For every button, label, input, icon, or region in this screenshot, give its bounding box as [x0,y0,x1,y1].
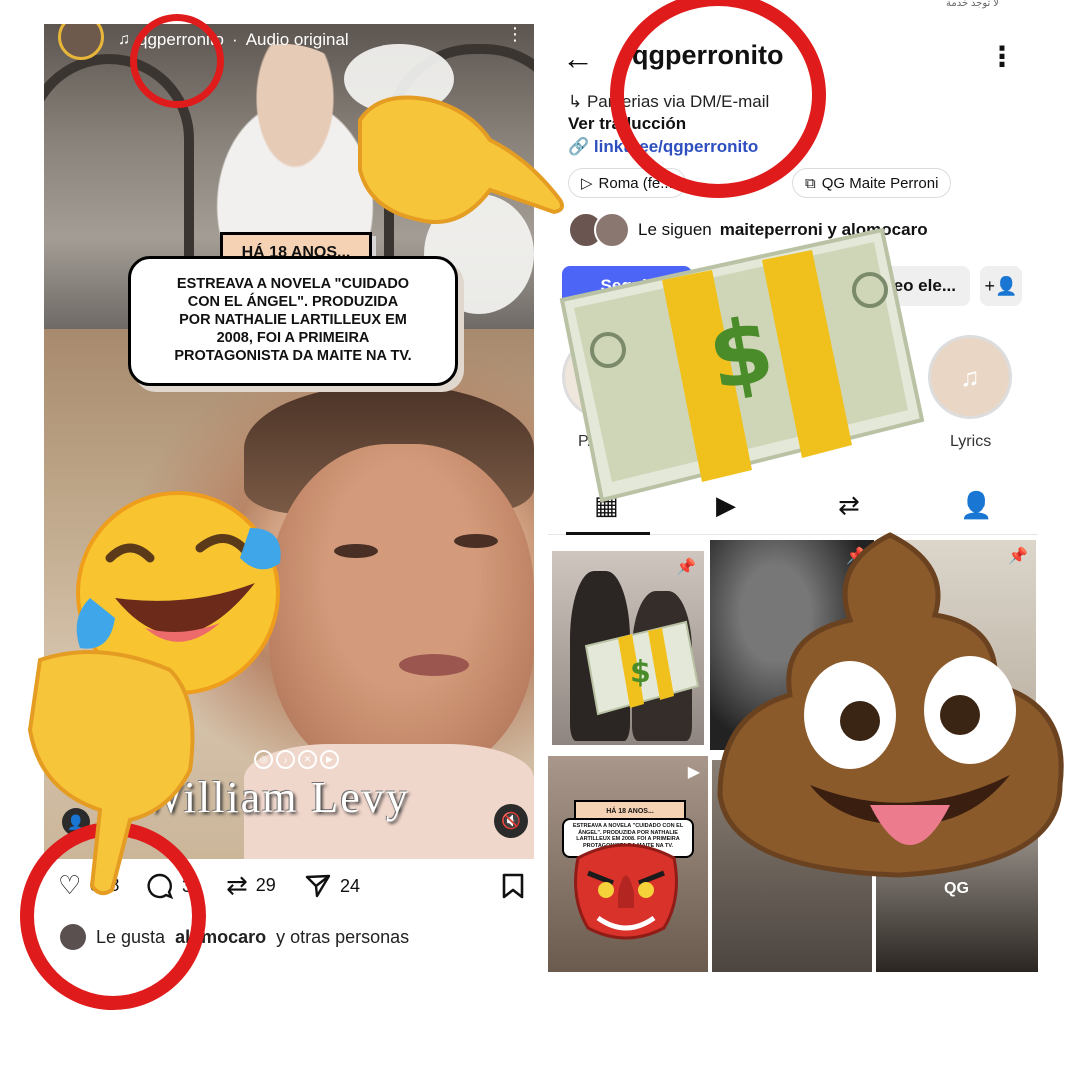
separator: · [232,30,238,49]
man-mouth [399,654,469,676]
active-tab-indicator [566,532,650,535]
save-button[interactable] [500,872,526,900]
back-arrow-icon[interactable]: ← [562,40,594,77]
pile-of-poo-emoji-icon [717,532,1064,878]
highlight-label: Lyrics [950,433,992,450]
more-dots-icon[interactable]: ⋮ [506,24,524,45]
caption-box: ESTREAVA A NOVELA "CUIDADO CON EL ÁNGEL"… [128,256,458,386]
social-watermark: ◎ ♪ ✕ ▶ [254,750,339,769]
tagged-icon[interactable]: 👤 [960,490,992,521]
pointing-hand-icon [358,95,564,224]
status-carrier: لا توجد خدمة [946,0,999,9]
reposts-count: 29 [255,874,276,895]
instagram-icon: ◎ [254,750,273,769]
man-face [269,444,534,774]
link-icon: 🔗 [568,137,594,156]
arrow-icon: ↳ [568,92,587,111]
reel-audio-label[interactable]: Audio original [246,30,349,50]
money-stack-icon: $ [584,620,700,716]
send-icon [305,874,331,898]
music-note-icon: ♫ [960,361,980,392]
music-note-icon: ♫ [118,31,130,48]
mute-icon[interactable]: 🔇 [494,804,528,838]
pin-icon: 📌 [676,559,696,576]
liked-by-suffix: y otras personas [276,926,410,947]
highlight-circle[interactable]: ♫ [928,335,1012,419]
red-circle-annotation [610,0,826,198]
tiktok-icon: ♪ [276,750,295,769]
man-eye [334,544,378,558]
youtube-icon: ▶ [320,750,339,769]
add-person-icon[interactable]: +👤 [980,266,1022,306]
play-icon: ▷ [581,175,593,192]
svg-text:$: $ [630,655,651,690]
red-circle-annotation [130,14,224,108]
goblin-mask-emoji-icon [574,843,678,940]
chip-label: QG Maite Perroni [821,174,939,192]
money-stack-icon: $ [559,227,925,503]
more-dots-icon[interactable]: ⋮ [988,40,1016,73]
man-eye [454,534,498,548]
x-icon: ✕ [298,750,317,769]
bookmark-icon [502,873,524,899]
chip-threads[interactable]: ⧉ QG Maite Perroni [792,168,952,198]
share-button[interactable]: 24 [304,872,360,900]
threads-icon: ⧉ [805,174,816,192]
reels-icon: ▶ [687,764,700,781]
pointing-hand-icon [27,650,195,896]
repost-button[interactable]: ⇄ 29 [226,872,276,898]
repost-icon: ⇄ [226,870,248,900]
shares-count: 24 [340,875,361,896]
